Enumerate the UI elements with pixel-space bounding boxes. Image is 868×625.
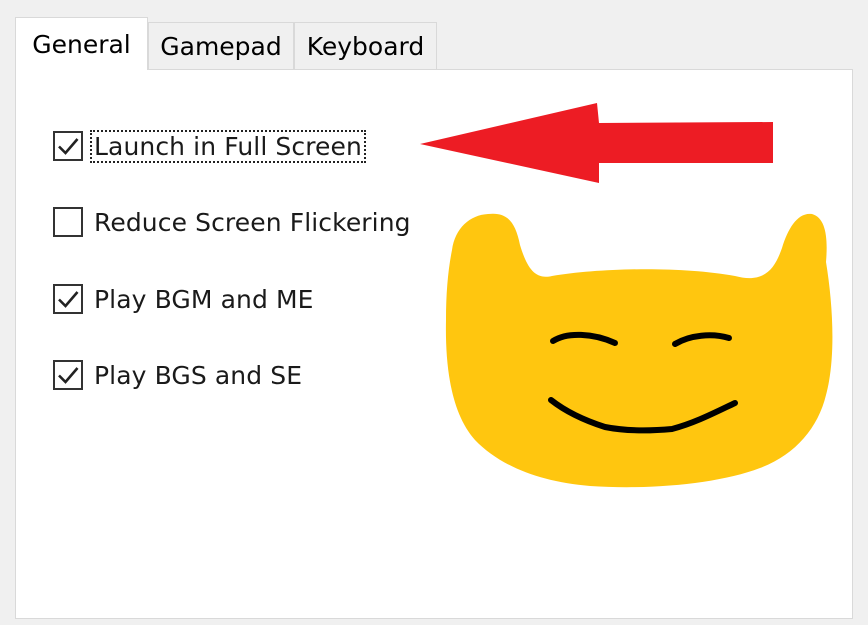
red-arrow-icon (420, 103, 773, 183)
smiling-cat-face-icon (445, 213, 833, 488)
tab-general-label: General (32, 29, 131, 59)
tab-general[interactable]: General (15, 17, 148, 70)
